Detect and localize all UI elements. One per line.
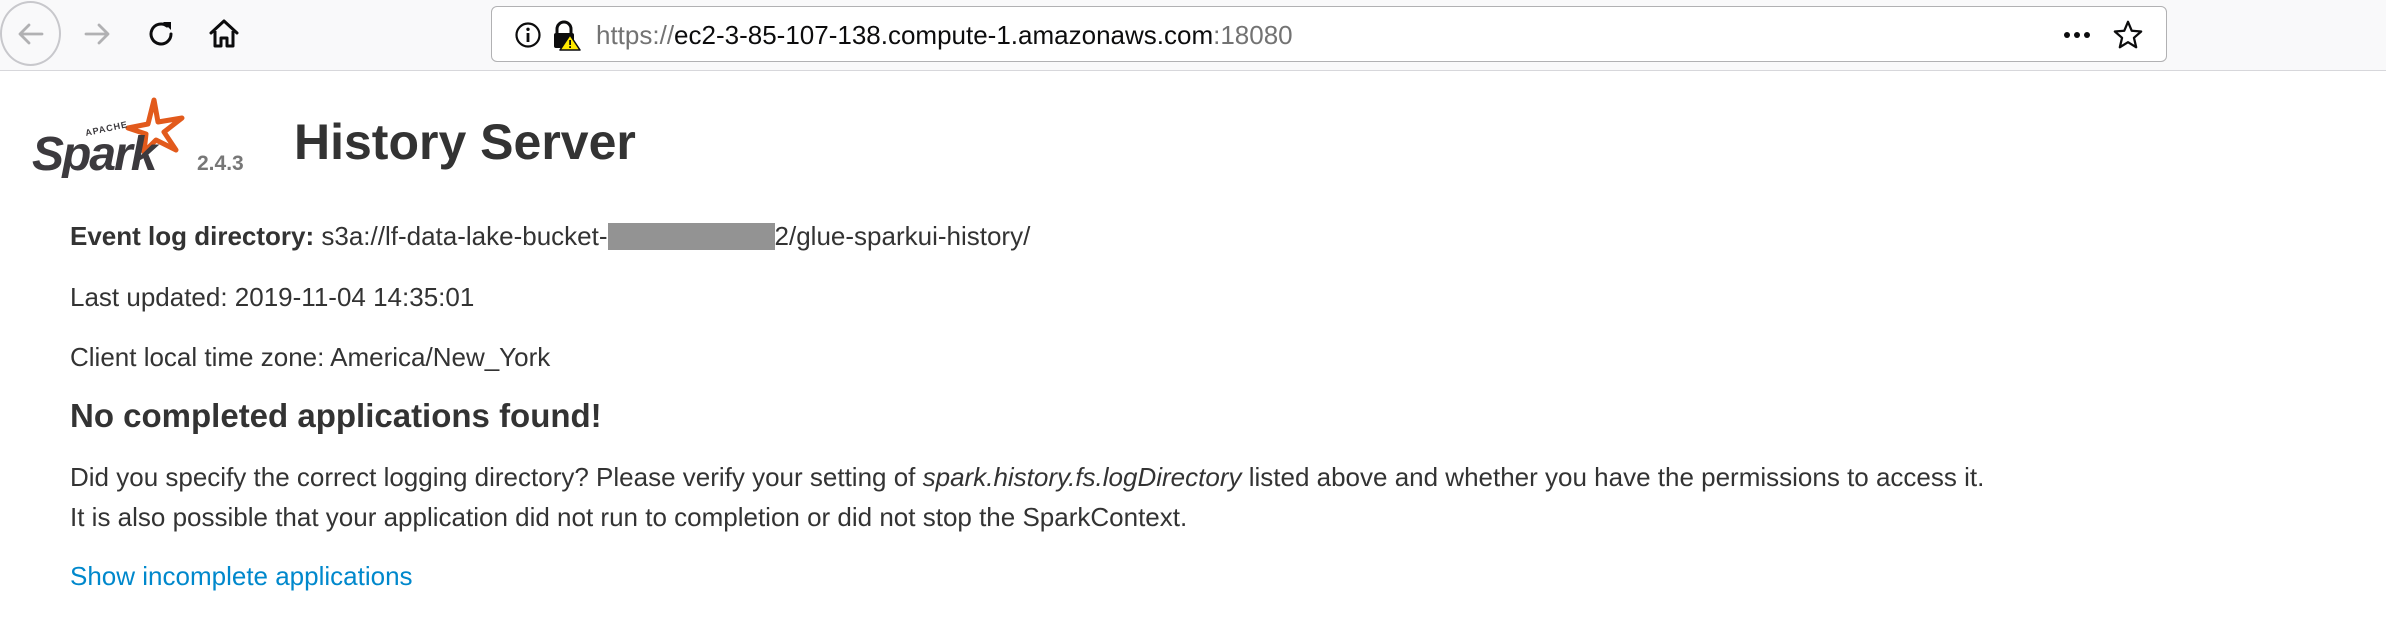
message-line-1-end: listed above and whether you have the pe… [1241,462,1985,492]
spark-logo[interactable]: APACHE Spark [30,96,192,181]
browser-toolbar: https://ec2-3-85-107-138.compute-1.amazo… [0,0,2386,71]
home-button[interactable] [204,14,244,54]
reload-button[interactable] [141,14,181,54]
page-title: History Server [294,114,636,170]
url-text[interactable]: https://ec2-3-85-107-138.compute-1.amazo… [596,20,1293,50]
bookmark-star-icon[interactable] [2112,19,2144,51]
event-log-prefix: s3a://lf-data-lake-bucket- [321,221,608,251]
message-line-2: It is also possible that your applicatio… [70,502,1188,532]
url-scheme: https:// [596,20,675,50]
log-directory-setting: spark.history.fs.logDirectory [922,462,1242,492]
page-actions-icon[interactable] [2061,19,2093,51]
url-host: ec2-3-85-107-138.compute-1.amazonaws.com [674,20,1214,50]
info-icon[interactable] [512,19,544,51]
address-bar[interactable]: https://ec2-3-85-107-138.compute-1.amazo… [491,6,2167,62]
forward-button[interactable] [77,14,117,54]
spark-version: 2.4.3 [197,152,244,175]
event-log-suffix: 2/glue-sparkui-history/ [774,221,1031,251]
message-line-1: Did you specify the correct logging dire… [70,461,1984,493]
back-icon [18,23,43,44]
no-apps-heading: No completed applications found! [70,397,602,434]
url-port: :18080 [1213,20,1293,50]
event-log-label: Event log directory: [70,221,315,251]
insecure-lock-icon[interactable] [549,19,581,51]
reload-icon [149,22,173,46]
event-log-directory: Event log directory: s3a://lf-data-lake-… [70,220,1030,252]
message-line-1-start: Did you specify the correct logging dire… [70,462,923,492]
redaction-box [607,223,775,250]
client-timezone: Client local time zone: America/New_York [70,342,551,372]
logo-spark-text: Spark [32,128,160,178]
forward-icon [84,23,110,45]
home-icon [209,19,239,48]
show-incomplete-link[interactable]: Show incomplete applications [70,560,413,592]
back-button[interactable] [0,1,61,66]
last-updated: Last updated: 2019-11-04 14:35:01 [70,282,475,312]
